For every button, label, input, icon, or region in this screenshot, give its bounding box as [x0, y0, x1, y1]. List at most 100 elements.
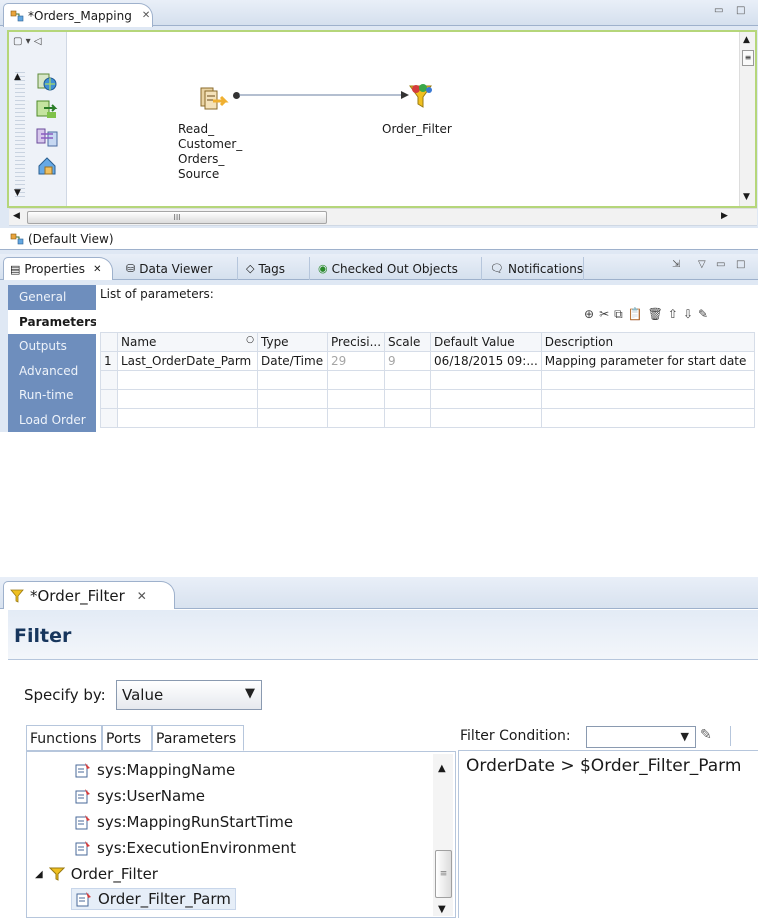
scroll-thumb[interactable]: ≡ [435, 850, 452, 898]
nav-parameters[interactable]: Parameters [8, 309, 97, 334]
nav-general[interactable]: General [8, 285, 96, 310]
palette-menu-icon[interactable]: ▢ ▾ ◁ [13, 36, 42, 47]
expression-tabs: Functions Ports Parameters [26, 725, 456, 751]
cut-icon[interactable]: ✂ [599, 307, 609, 322]
tree-item[interactable]: sys:ExecutionEnvironment [75, 839, 296, 857]
palette-scroll-down-icon[interactable]: ▼ [14, 188, 21, 198]
column-name[interactable]: Name ○ [117, 332, 258, 352]
pin-icon[interactable]: ⇲ [672, 259, 680, 270]
scroll-down-icon[interactable]: ▼ [438, 904, 446, 915]
delete-icon[interactable]: 🗑 [648, 307, 663, 322]
expand-arrow-icon[interactable]: ◢ [35, 869, 43, 880]
column-precision[interactable]: Precisi... [326, 332, 386, 352]
tab-checked-out-objects[interactable]: ◉ Checked Out Objects [312, 257, 482, 280]
table-row[interactable] [100, 389, 756, 409]
scroll-up-icon[interactable]: ▲ [438, 763, 446, 774]
minimize-icon[interactable]: ▭ [716, 259, 725, 270]
section-title: Filter [14, 625, 72, 647]
close-icon[interactable]: ✕ [142, 10, 150, 21]
scroll-down-icon[interactable]: ▼ [743, 192, 750, 202]
maximize-icon[interactable]: □ [736, 5, 745, 16]
lookup-icon[interactable] [35, 154, 59, 178]
minimize-icon[interactable]: ▭ [714, 5, 723, 16]
tree-scrollbar[interactable]: ▲ ≡ ▼ [433, 754, 453, 916]
canvas-vertical-scrollbar[interactable]: ▲ ≡ ▼ [739, 32, 755, 206]
canvas-horizontal-scrollbar[interactable]: ◀ III ▶ [9, 208, 757, 226]
scroll-thumb[interactable]: ≡ [742, 50, 754, 66]
list-of-parameters-label: List of parameters: [100, 287, 214, 301]
mapping-canvas[interactable]: ▢ ▾ ◁ ▲ ▼ Read_ Customer_ Orders_ Source… [7, 30, 757, 208]
parameters-toolbar: ⊕ ✂ ⧉ 📋 🗑 ⇧ ⇩ ✎ [584, 307, 708, 322]
tree-item-selected[interactable]: Order_Filter_Parm [71, 888, 236, 910]
tab-notifications[interactable]: 🗨 Notifications [484, 257, 584, 280]
scroll-left-icon[interactable]: ◀ [13, 211, 20, 221]
tab-parameters[interactable]: Parameters [152, 725, 244, 751]
mapping-icon [10, 10, 24, 21]
transformation-palette: ▢ ▾ ◁ ▲ ▼ [9, 32, 67, 206]
tab-orders-mapping[interactable]: *Orders_Mapping ✕ [3, 3, 153, 27]
filter-node-icon[interactable] [407, 83, 437, 111]
tab-functions[interactable]: Functions [26, 725, 102, 751]
source-node-label[interactable]: Read_ Customer_ Orders_ Source [178, 122, 242, 182]
tree-item[interactable]: sys:MappingName [75, 761, 235, 779]
filter-section-header: Filter [8, 610, 758, 660]
scroll-right-icon[interactable]: ▶ [721, 211, 728, 221]
tree-item[interactable]: sys:MappingRunStartTime [75, 813, 293, 831]
column-scale[interactable]: Scale [384, 332, 432, 352]
parameter-icon [75, 815, 90, 830]
filter-condition-dropdown[interactable]: ▼ [586, 726, 696, 748]
chevron-down-icon: ▼ [680, 730, 689, 743]
connection-link[interactable] [239, 88, 409, 102]
properties-nav: General Parameters Outputs Advanced Run-… [8, 285, 97, 433]
table-row[interactable] [100, 370, 756, 390]
edit-icon[interactable]: ✎ [698, 307, 708, 322]
source-node-icon[interactable] [199, 86, 229, 114]
table-row[interactable] [100, 408, 756, 428]
tab-ports[interactable]: Ports [102, 725, 152, 751]
globe-source-icon[interactable] [35, 70, 59, 94]
palette-scroll-up-icon[interactable]: ▲ [14, 72, 21, 82]
nav-outputs[interactable]: Outputs [8, 334, 96, 359]
joiner-icon[interactable] [35, 126, 59, 150]
close-icon[interactable]: ✕ [93, 264, 101, 275]
data-viewer-icon: ⛁ [126, 262, 136, 275]
parameters-tree: sys:MappingName sys:UserName sys:Mapping… [26, 751, 456, 918]
specify-by-label: Specify by: [24, 686, 106, 704]
tree-group-order-filter[interactable]: ◢ Order_Filter [35, 865, 158, 883]
view-selector[interactable]: (Default View) [0, 228, 758, 250]
table-row[interactable]: 1 Last_OrderDate_Parm Date/Time 29 9 06/… [100, 351, 756, 371]
close-icon[interactable]: ✕ [137, 589, 147, 603]
maximize-icon[interactable]: □ [736, 259, 745, 270]
tab-label: *Order_Filter [30, 586, 125, 605]
move-up-icon[interactable]: ⇧ [668, 307, 678, 322]
copy-icon[interactable]: ⧉ [614, 307, 623, 322]
tag-icon: ◇ [246, 262, 255, 275]
filter-node-label[interactable]: Order_Filter [382, 122, 452, 137]
filter-condition-label: Filter Condition: [460, 728, 571, 744]
parameters-panel: List of parameters: ⊕ ✂ ⧉ 📋 🗑 ⇧ ⇩ ✎ Name… [96, 285, 758, 432]
tab-properties[interactable]: ▤ Properties ✕ [3, 257, 113, 280]
sort-icon[interactable]: ○ [246, 335, 254, 345]
move-down-icon[interactable]: ⇩ [683, 307, 693, 322]
nav-load-order[interactable]: Load Order [8, 408, 96, 433]
expression-icon[interactable] [35, 98, 59, 122]
scroll-thumb[interactable]: III [27, 211, 327, 224]
tab-tags[interactable]: ◇ Tags [240, 257, 310, 280]
tab-order-filter[interactable]: *Order_Filter ✕ [3, 581, 175, 609]
paste-icon[interactable]: 📋 [628, 307, 643, 322]
nav-run-time[interactable]: Run-time [8, 383, 96, 408]
new-icon[interactable]: ⊕ [584, 307, 594, 322]
specify-by-dropdown[interactable]: Value ▼ [116, 680, 262, 710]
tree-item[interactable]: sys:UserName [75, 787, 205, 805]
column-type[interactable]: Type [257, 332, 328, 352]
view-menu-icon[interactable]: ▽ [698, 259, 706, 270]
palette-scrollbar[interactable] [15, 72, 25, 200]
column-default-value[interactable]: Default Value [430, 332, 542, 352]
filter-condition-expression[interactable]: OrderDate > $Order_Filter_Parm [466, 756, 741, 776]
edit-expression-icon[interactable]: ✎ [700, 727, 712, 743]
nav-advanced[interactable]: Advanced [8, 359, 96, 384]
tab-data-viewer[interactable]: ⛁ Data Viewer [120, 257, 238, 280]
filter-icon [10, 589, 24, 603]
column-description[interactable]: Description [540, 332, 756, 352]
scroll-up-icon[interactable]: ▲ [743, 35, 750, 45]
